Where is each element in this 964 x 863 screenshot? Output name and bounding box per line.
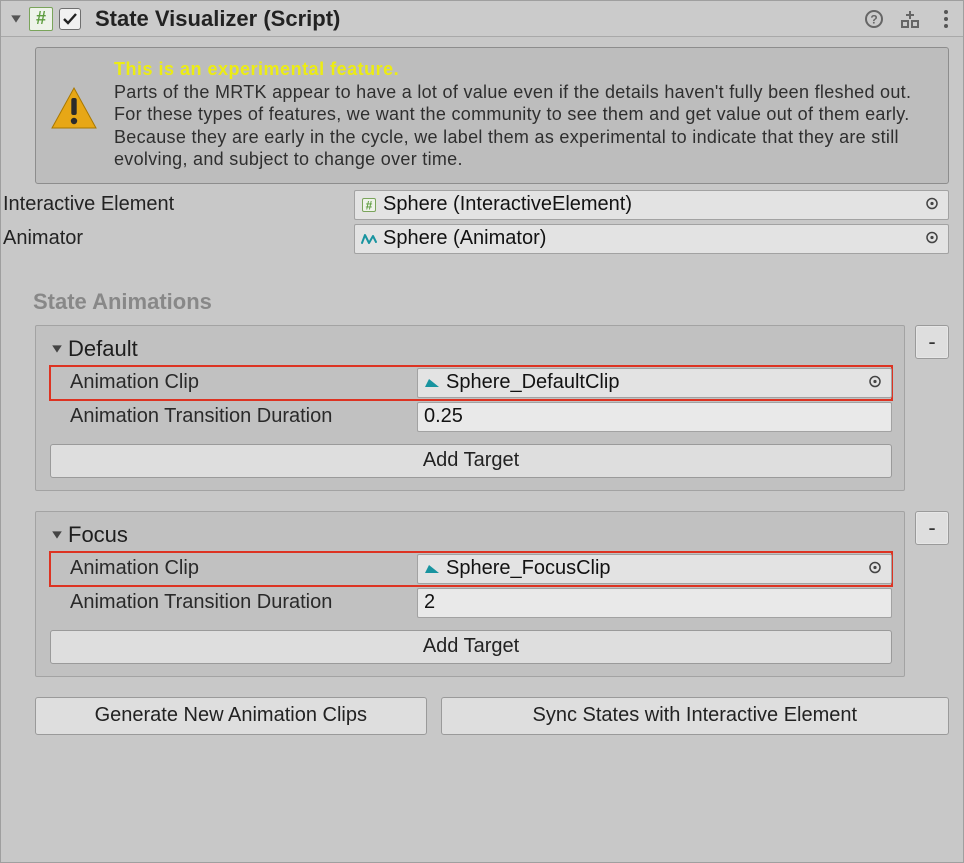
- component-enabled-checkbox[interactable]: [59, 8, 81, 30]
- warning-icon: [50, 86, 98, 135]
- focus-clip-value: Sphere_FocusClip: [446, 557, 611, 580]
- experimental-warning-box: This is an experimental feature. Parts o…: [35, 47, 949, 184]
- script-icon: #: [29, 7, 53, 31]
- animation-clip-label: Animation Clip: [70, 557, 417, 580]
- focus-duration-input[interactable]: [417, 588, 892, 618]
- object-picker-icon[interactable]: [863, 371, 887, 394]
- animator-value: Sphere (Animator): [383, 227, 546, 250]
- interactive-element-value: Sphere (InteractiveElement): [383, 193, 632, 216]
- default-clip-field[interactable]: Sphere_DefaultClip: [417, 368, 892, 398]
- preset-icon[interactable]: [899, 8, 921, 30]
- state-animations-title: State Animations: [33, 289, 949, 315]
- sync-states-button[interactable]: Sync States with Interactive Element: [441, 697, 949, 735]
- animator-icon: [359, 229, 379, 249]
- component-foldout-icon[interactable]: [9, 12, 23, 26]
- warning-body: Parts of the MRTK appear to have a lot o…: [114, 82, 911, 170]
- state-focus-box: Focus Animation Clip Sphere_FocusClip An…: [35, 511, 905, 677]
- anim-clip-icon: [422, 559, 442, 579]
- state-foldout-icon[interactable]: [50, 528, 64, 542]
- transition-duration-label: Animation Transition Duration: [70, 405, 417, 428]
- focus-add-target-button[interactable]: Add Target: [50, 630, 892, 664]
- generate-clips-button[interactable]: Generate New Animation Clips: [35, 697, 427, 735]
- context-menu-icon[interactable]: [935, 8, 957, 30]
- remove-state-default-button[interactable]: -: [915, 325, 949, 359]
- animator-label: Animator: [3, 227, 354, 250]
- animation-clip-label: Animation Clip: [70, 371, 417, 394]
- default-duration-input[interactable]: [417, 402, 892, 432]
- component-title: State Visualizer (Script): [95, 6, 857, 32]
- state-foldout-icon[interactable]: [50, 342, 64, 356]
- svg-text:?: ?: [870, 12, 877, 26]
- state-focus-title: Focus: [68, 522, 128, 548]
- remove-state-focus-button[interactable]: -: [915, 511, 949, 545]
- transition-duration-label: Animation Transition Duration: [70, 591, 417, 614]
- interactive-element-label: Interactive Element: [3, 193, 354, 216]
- warning-title: This is an experimental feature.: [114, 59, 399, 79]
- interactive-element-field[interactable]: # Sphere (InteractiveElement): [354, 190, 949, 220]
- object-picker-icon[interactable]: [863, 557, 887, 580]
- object-picker-icon[interactable]: [920, 227, 944, 250]
- default-clip-value: Sphere_DefaultClip: [446, 371, 619, 394]
- object-picker-icon[interactable]: [920, 193, 944, 216]
- state-default-title: Default: [68, 336, 138, 362]
- anim-clip-icon: [422, 373, 442, 393]
- svg-text:#: #: [366, 198, 373, 212]
- help-icon[interactable]: ?: [863, 8, 885, 30]
- default-add-target-button[interactable]: Add Target: [50, 444, 892, 478]
- focus-clip-field[interactable]: Sphere_FocusClip: [417, 554, 892, 584]
- script-icon: #: [359, 195, 379, 215]
- animator-field[interactable]: Sphere (Animator): [354, 224, 949, 254]
- component-header: # State Visualizer (Script) ?: [1, 1, 963, 37]
- state-default-box: Default Animation Clip Sphere_DefaultCli…: [35, 325, 905, 491]
